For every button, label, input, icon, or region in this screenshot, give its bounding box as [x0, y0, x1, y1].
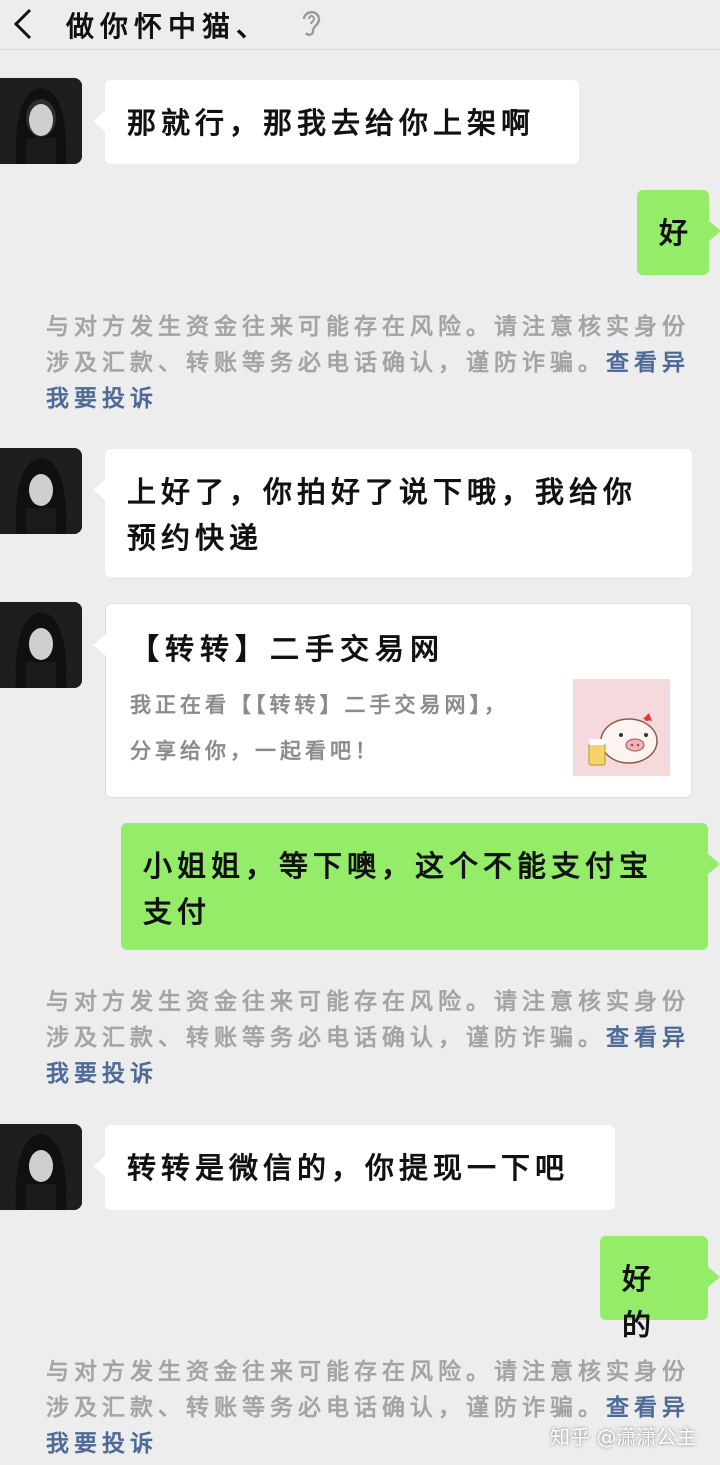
view-details-link[interactable]: 查看异 — [606, 349, 690, 376]
report-link[interactable]: 我要投诉 — [46, 385, 158, 412]
risk-notice: 与对方发生资金往来可能存在风险。请注意核实身份 涉及汇款、转账等务必电话确认，谨… — [46, 309, 720, 417]
share-card-desc-line: 我正在看【【转转】二手交易网】， — [130, 692, 509, 717]
message-bubble-sent[interactable]: 小姐姐，等下噢，这个不能支付宝 支付 — [121, 823, 720, 950]
share-card[interactable]: 【转转】二手交易网 我正在看【【转转】二手交易网】， 分享给你，一起看吧！ — [93, 603, 692, 798]
avatar[interactable] — [0, 602, 82, 688]
message-text: 那就行，那我去给你上架啊 — [127, 106, 536, 140]
avatar[interactable] — [0, 78, 82, 164]
message-bubble-received[interactable]: 那就行，那我去给你上架啊 — [93, 80, 579, 164]
message-text-line: 上好了，你拍好了说下哦，我给你 — [127, 475, 638, 509]
notice-line: 涉及汇款、转账等务必电话确认，谨防诈骗。 — [46, 1024, 606, 1051]
view-details-link[interactable]: 查看异 — [606, 1024, 690, 1051]
avatar[interactable] — [0, 1124, 82, 1210]
pig-beer-icon — [573, 679, 670, 776]
notice-line: 与对方发生资金往来可能存在风险。请注意核实身份 — [46, 988, 690, 1015]
chat-header: 做你怀中猫、 — [0, 0, 720, 50]
share-card-thumbnail — [573, 679, 670, 776]
message-text: 转转是微信的，你提现一下吧 — [127, 1151, 570, 1185]
message-text: 好 — [659, 216, 694, 250]
ear-icon[interactable] — [298, 7, 324, 37]
chat-title: 做你怀中猫、 — [66, 10, 271, 43]
message-text-line: 小姐姐，等下噢，这个不能支付宝 — [143, 849, 654, 883]
view-details-link[interactable]: 查看异 — [606, 1394, 690, 1421]
avatar[interactable] — [0, 448, 82, 534]
watermark: 知乎 @潇潇公主 — [550, 1425, 697, 1449]
notice-line: 涉及汇款、转账等务必电话确认，谨防诈骗。 — [46, 349, 606, 376]
share-card-description: 我正在看【【转转】二手交易网】， 分享给你，一起看吧！ — [130, 682, 550, 774]
message-bubble-received[interactable]: 转转是微信的，你提现一下吧 — [93, 1125, 615, 1210]
report-link[interactable]: 我要投诉 — [46, 1430, 158, 1457]
message-text-line: 预约快递 — [127, 521, 264, 555]
message-bubble-received[interactable]: 上好了，你拍好了说下哦，我给你 预约快递 — [93, 449, 692, 577]
chevron-left-icon[interactable] — [10, 6, 40, 42]
message-bubble-sent[interactable]: 好 — [637, 190, 720, 275]
report-link[interactable]: 我要投诉 — [46, 1060, 158, 1087]
share-card-desc-line: 分享给你，一起看吧！ — [130, 738, 380, 763]
message-text: 好的 — [622, 1262, 657, 1342]
notice-line: 与对方发生资金往来可能存在风险。请注意核实身份 — [46, 1358, 690, 1385]
share-card-title: 【转转】二手交易网 — [130, 632, 446, 666]
notice-line: 与对方发生资金往来可能存在风险。请注意核实身份 — [46, 313, 690, 340]
message-bubble-sent[interactable]: 好的 — [600, 1236, 720, 1342]
message-text-line: 支付 — [143, 895, 212, 929]
risk-notice: 与对方发生资金往来可能存在风险。请注意核实身份 涉及汇款、转账等务必电话确认，谨… — [46, 984, 720, 1092]
notice-line: 涉及汇款、转账等务必电话确认，谨防诈骗。 — [46, 1394, 606, 1421]
